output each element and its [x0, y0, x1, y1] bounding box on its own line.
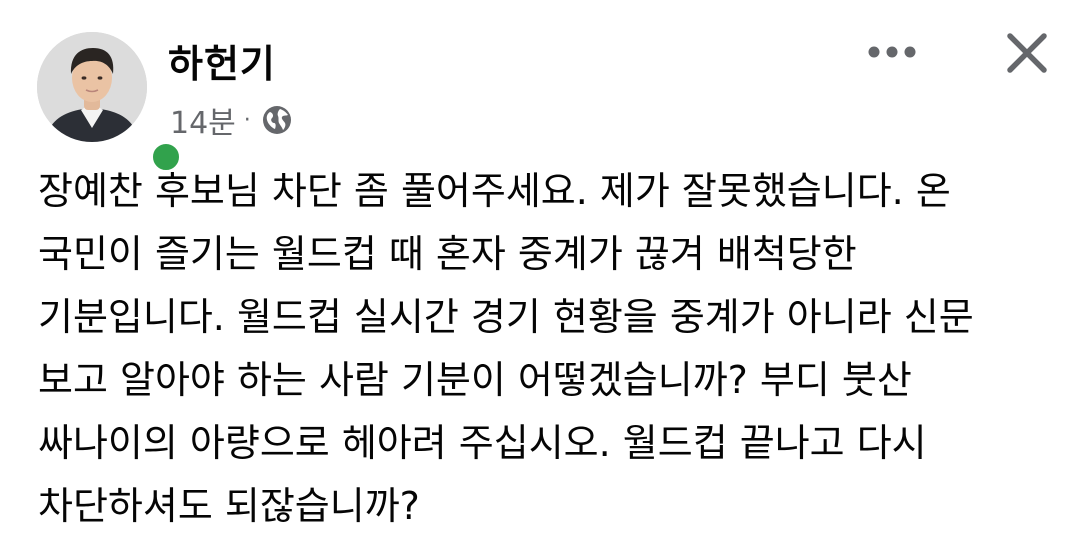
post-text-line: 보고 알아야 하는 사람 기분이 어떻겠습니까? 부디 붓산 — [38, 358, 912, 402]
post-meta: 14분 · — [170, 98, 293, 142]
more-options-icon — [868, 46, 916, 58]
globe-icon[interactable] — [261, 104, 293, 136]
avatar-photo-icon — [37, 32, 147, 142]
post-text-line: 국민이 즐기는 월드컵 때 혼자 중계가 끊겨 배척당한 — [38, 232, 857, 276]
post-time[interactable]: 14분 — [170, 98, 236, 142]
close-button[interactable] — [996, 22, 1058, 84]
post-body: 장예찬 후보님 차단 좀 풀어주세요. 제가 잘못했습니다. 온 국민이 즐기는… — [38, 160, 1058, 538]
post-text-line: 장예찬 후보님 차단 좀 풀어주세요. 제가 잘못했습니다. 온 — [38, 169, 951, 213]
more-options-button[interactable] — [862, 30, 922, 74]
facebook-post: 하헌기 14분 · 장예찬 후보님 차단 좀 풀어주세요. 제가 잘못했습니다.… — [0, 0, 1080, 558]
post-text-line: 기분입니다. 월드컵 실시간 경기 현황을 중계가 아니라 신문 — [38, 295, 974, 339]
author-name[interactable]: 하헌기 — [168, 33, 276, 88]
close-icon — [1007, 33, 1047, 73]
post-text-line: 차단하셔도 되잖습니까? — [38, 484, 420, 528]
meta-separator: · — [243, 107, 251, 133]
post-text-line: 싸나이의 아량으로 헤아려 주십시오. 월드컵 끝나고 다시 — [38, 421, 927, 465]
author-avatar-container[interactable] — [37, 32, 183, 174]
avatar[interactable] — [37, 32, 147, 142]
